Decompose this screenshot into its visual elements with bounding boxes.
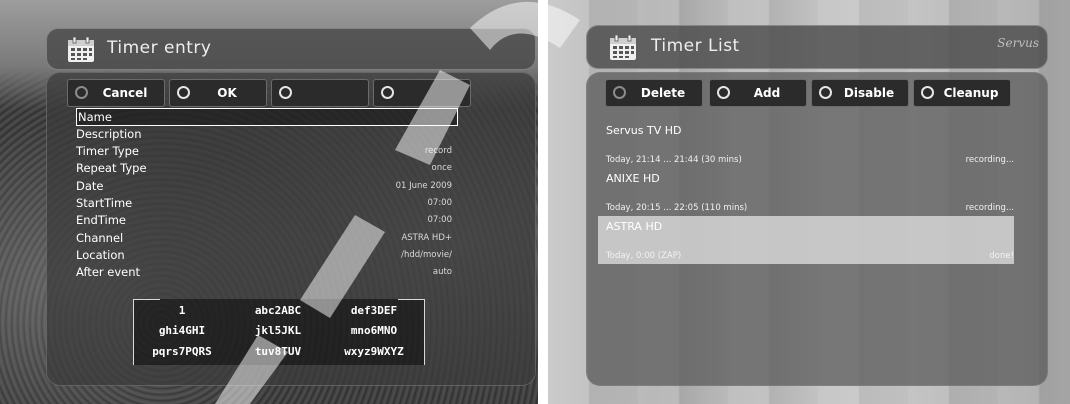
field-value: once	[431, 163, 453, 173]
timer-status: done!	[989, 251, 1014, 261]
key-9: wxyz9WXYZ	[344, 345, 404, 358]
add-button[interactable]: Add	[709, 79, 807, 107]
field-value: /hdd/movie/	[401, 250, 452, 260]
field-date[interactable]: Date 01 June 2009	[76, 178, 456, 194]
field-value: 07:00	[427, 215, 453, 225]
field-end-time[interactable]: EndTime 07:00	[76, 212, 456, 228]
field-location[interactable]: Location /hdd/movie/	[76, 247, 456, 263]
add-button-label: Add	[753, 86, 781, 100]
key-1: 1	[178, 304, 186, 317]
field-label: StartTime	[76, 196, 133, 210]
field-label: Channel	[76, 231, 124, 245]
delete-button[interactable]: Delete	[605, 79, 703, 107]
key-6: mno6MNO	[350, 324, 398, 337]
field-timer-type[interactable]: Timer Type record	[76, 143, 456, 159]
field-label: Repeat Type	[76, 161, 147, 175]
ring-indicator-icon	[279, 86, 292, 99]
ring-indicator-icon	[613, 86, 626, 99]
cancel-button[interactable]: Cancel	[67, 79, 165, 107]
ring-indicator-icon	[177, 86, 190, 99]
key-3: def3DEF	[350, 304, 398, 317]
timer-list-title: Timer List	[651, 36, 740, 56]
calendar-icon	[68, 37, 94, 62]
field-value: auto	[432, 267, 452, 277]
field-name[interactable]: Name	[76, 108, 458, 126]
field-description[interactable]: Description	[76, 126, 456, 142]
timer-channel: ANIXE HD	[606, 172, 660, 185]
calendar-icon	[610, 35, 636, 60]
field-label: Date	[76, 179, 104, 193]
timer-entry-title: Timer entry	[107, 38, 212, 58]
timer-status: recording...	[965, 155, 1014, 165]
timer-channel: ASTRA HD	[606, 220, 663, 233]
key-2: abc2ABC	[254, 304, 302, 317]
field-label: Location	[76, 248, 125, 262]
field-label: Description	[76, 127, 142, 141]
ring-indicator-icon	[381, 86, 394, 99]
field-value: record	[424, 146, 452, 156]
key-4: ghi4GHI	[158, 324, 206, 337]
disable-button[interactable]: Disable	[811, 79, 909, 107]
timer-list-title-bar: Timer List Servus	[586, 25, 1048, 69]
field-channel[interactable]: Channel ASTRA HD+	[76, 230, 456, 246]
ok-button-label: OK	[217, 86, 237, 100]
key-8: tuv8TUV	[254, 345, 302, 358]
timer-time: Today, 20:15 ... 22:05 (110 mins)	[606, 203, 748, 213]
field-after-event[interactable]: After event auto	[76, 264, 456, 280]
cancel-button-label: Cancel	[102, 86, 148, 100]
ring-indicator-icon	[921, 86, 934, 99]
key-5: jkl5JKL	[254, 324, 302, 337]
cleanup-button-label: Cleanup	[943, 86, 999, 100]
timer-time: Today, 21:14 ... 21:44 (30 mins)	[606, 155, 742, 165]
field-label: Timer Type	[76, 144, 139, 158]
key-7: pqrs7PQRS	[152, 345, 212, 358]
screen-divider	[538, 0, 548, 404]
ring-indicator-icon	[717, 86, 730, 99]
blue-button[interactable]	[373, 79, 471, 107]
field-value: 01 June 2009	[395, 181, 452, 191]
timer-status: recording...	[965, 203, 1014, 213]
cleanup-button[interactable]: Cleanup	[913, 79, 1011, 107]
field-label: After event	[76, 265, 141, 279]
timer-channel: Servus TV HD	[606, 124, 682, 137]
servus-logo: Servus	[997, 36, 1039, 50]
timer-time: Today, 0:00 (ZAP)	[606, 251, 682, 261]
ok-button[interactable]: OK	[169, 79, 267, 107]
field-value: 07:00	[427, 198, 453, 208]
field-start-time[interactable]: StartTime 07:00	[76, 195, 456, 211]
yellow-button[interactable]	[271, 79, 369, 107]
disable-button-label: Disable	[843, 86, 895, 100]
delete-button-label: Delete	[640, 86, 686, 100]
ring-indicator-icon	[75, 86, 88, 99]
ring-indicator-icon	[819, 86, 832, 99]
field-label: Name	[78, 110, 112, 124]
text-input-keypad-help: 1 abc2ABC def3DEF ghi4GHI jkl5JKL mno6MN…	[133, 299, 425, 365]
field-value: ASTRA HD+	[401, 233, 452, 243]
timer-entry-title-bar: Timer entry	[46, 28, 536, 70]
field-label: EndTime	[76, 213, 126, 227]
field-repeat-type[interactable]: Repeat Type once	[76, 160, 456, 176]
